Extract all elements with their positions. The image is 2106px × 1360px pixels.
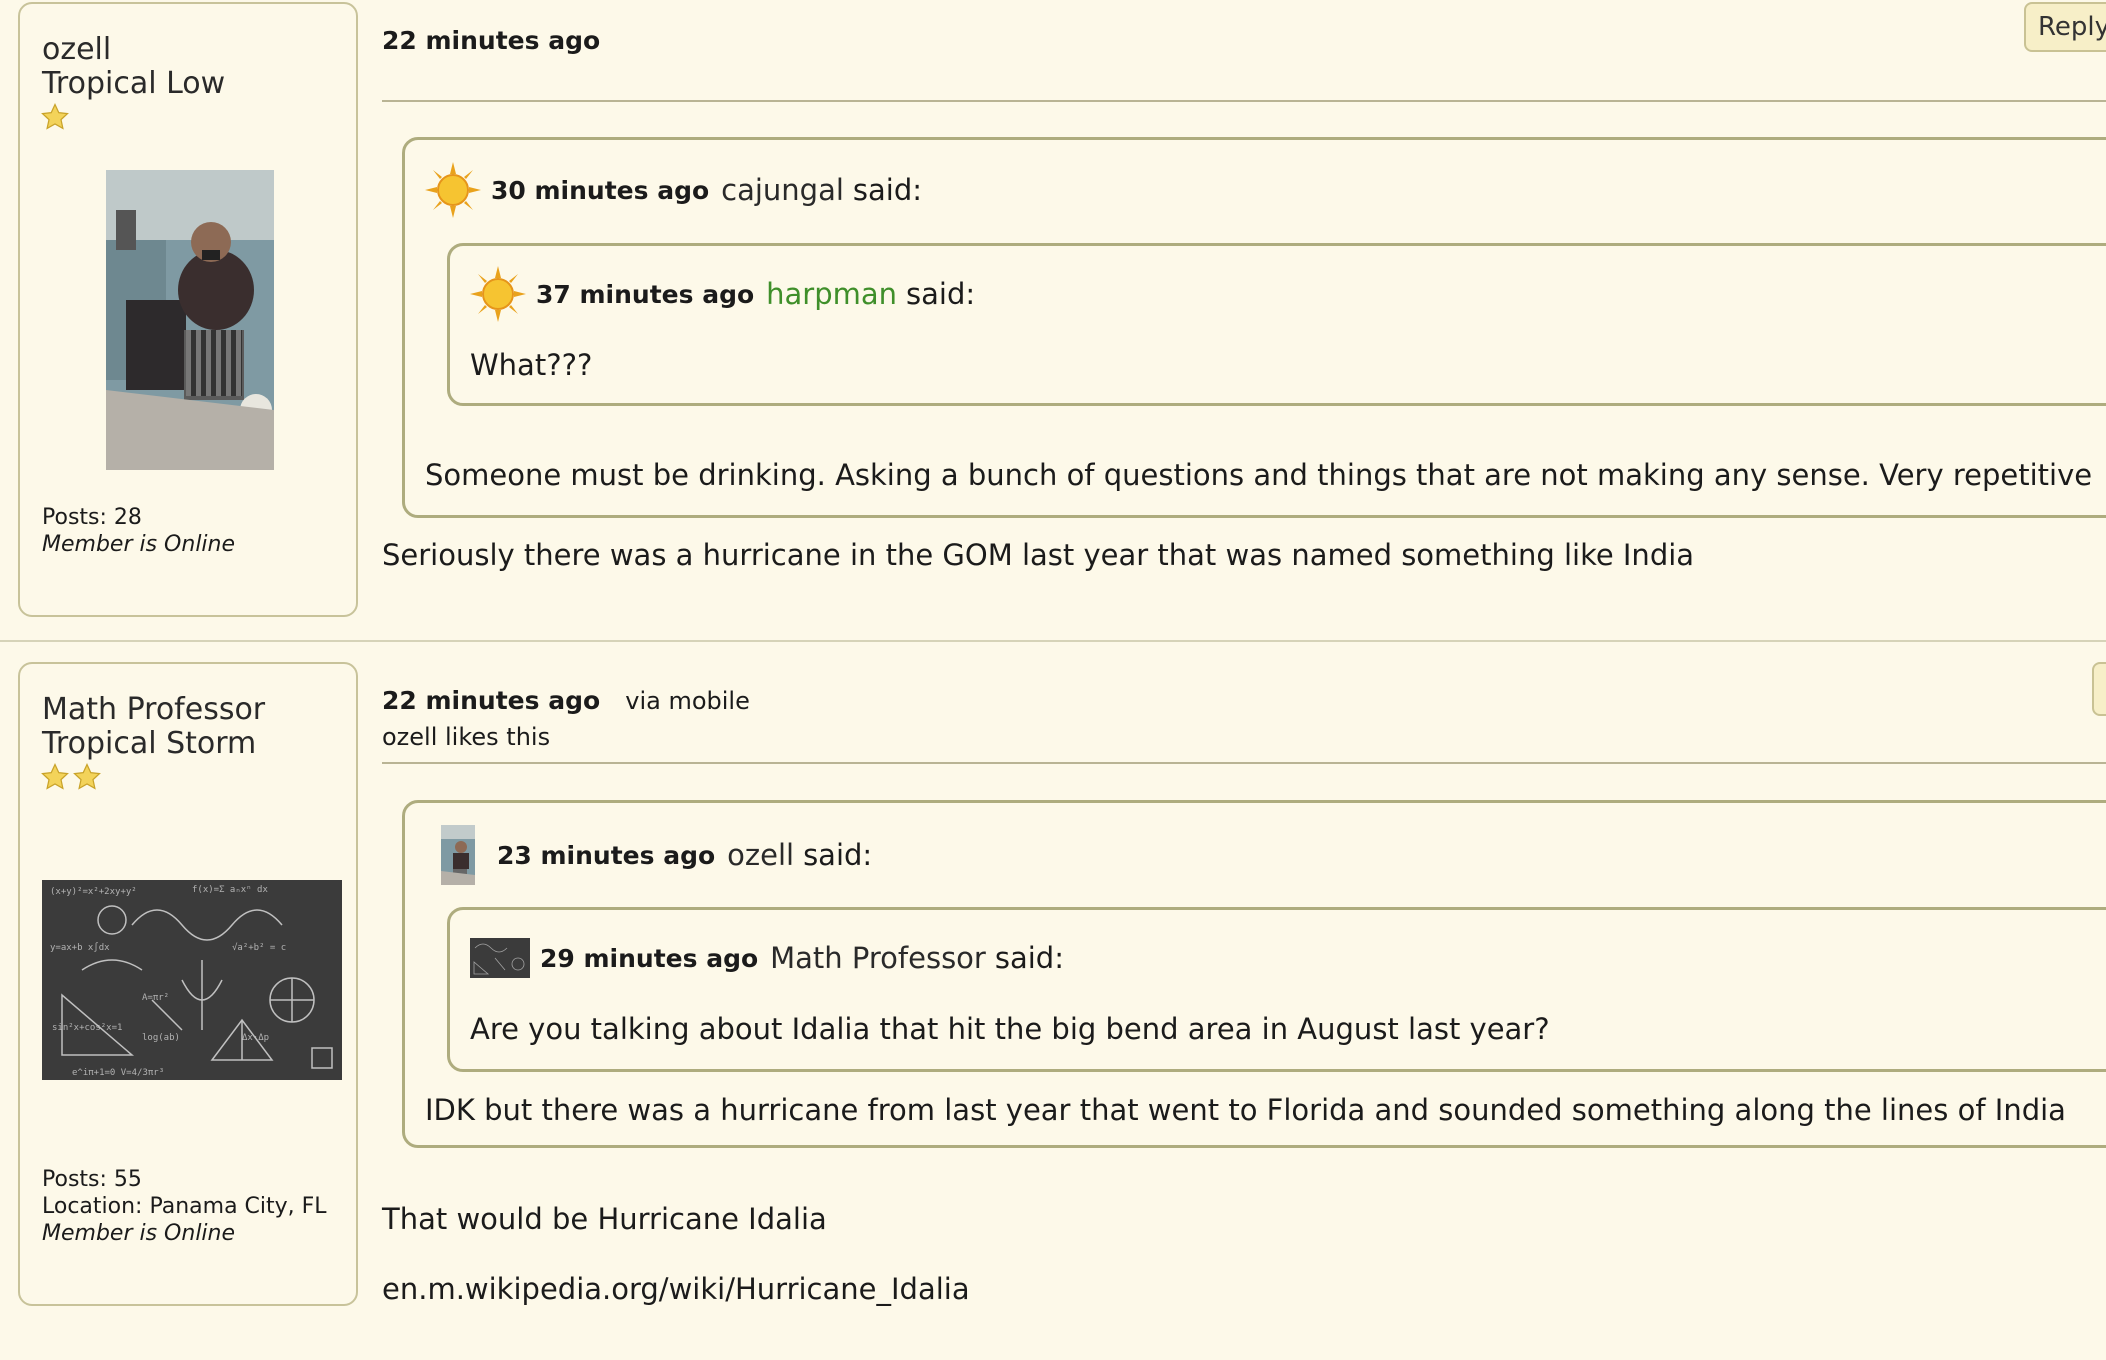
post-meta: 22 minutes ago: [382, 26, 2106, 55]
svg-text:f(x)=Σ aₙxⁿ dx: f(x)=Σ aₙxⁿ dx: [192, 885, 268, 895]
avatar-thumbnail[interactable]: [441, 825, 475, 885]
rank-stars: [40, 762, 102, 792]
reply-button[interactable]: [2092, 662, 2106, 716]
online-status: Member is Online: [42, 1221, 236, 1246]
quote-text: IDK but there was a hurricane from last …: [425, 1093, 2066, 1127]
svg-text:Δx·Δp: Δx·Δp: [242, 1033, 269, 1043]
nested-quote-said-label: said:: [994, 941, 1064, 975]
sun-icon: [425, 162, 481, 218]
nested-quote-timestamp[interactable]: 29 minutes ago: [540, 944, 758, 973]
author-profile-card: Math Professor Tropical Storm (x+y)²=x²+…: [18, 662, 358, 1306]
svg-text:y=ax+b x∫dx: y=ax+b x∫dx: [50, 942, 110, 953]
quote-block: 30 minutes ago cajungal said: 37 minutes…: [402, 137, 2106, 518]
svg-text:log(ab): log(ab): [142, 1033, 180, 1043]
svg-text:√a²+b² = c: √a²+b² = c: [232, 942, 286, 953]
post-meta: 22 minutes ago via mobile ozell likes th…: [382, 686, 2106, 751]
author-rank: Tropical Low: [42, 66, 226, 101]
svg-text:(x+y)²=x²+2xy+y²: (x+y)²=x²+2xy+y²: [50, 887, 137, 897]
post-count: Posts: 28: [42, 505, 142, 530]
nested-quote-header: 29 minutes ago Math Professor said:: [470, 938, 1064, 978]
via-mobile-label: via mobile: [625, 687, 750, 715]
author-stats: Posts: 55 Location: Panama City, FL Memb…: [42, 1166, 327, 1247]
nested-quote-author[interactable]: harpman: [766, 277, 897, 311]
author-profile-card: ozell Tropical Low Posts: 28 Member is O…: [18, 2, 358, 617]
author-avatar[interactable]: [106, 170, 274, 470]
post: ozell Tropical Low Posts: 28 Member is O…: [0, 0, 2106, 642]
quote-said-label: said:: [803, 838, 873, 872]
post-timestamp[interactable]: 22 minutes ago: [382, 686, 600, 715]
svg-text:sin²x+cos²x=1: sin²x+cos²x=1: [52, 1023, 122, 1033]
nested-quote-block: 37 minutes ago harpman said: What???: [447, 243, 2106, 406]
quote-header: 30 minutes ago cajungal said:: [425, 162, 922, 218]
post-text: That would be Hurricane Idalia: [382, 1202, 827, 1236]
quote-said-label: said:: [852, 173, 923, 207]
avatar-thumbnail[interactable]: [470, 938, 530, 978]
quote-author[interactable]: ozell: [727, 838, 794, 872]
star-icon: [41, 103, 69, 130]
post-timestamp[interactable]: 22 minutes ago: [382, 26, 600, 55]
author-location: Location: Panama City, FL: [42, 1194, 327, 1219]
star-icon: [41, 763, 69, 790]
post: Math Professor Tropical Storm (x+y)²=x²+…: [0, 660, 2106, 1360]
star-icon: [73, 763, 101, 790]
sun-icon: [470, 266, 526, 322]
reply-button[interactable]: Reply: [2024, 2, 2106, 52]
quote-timestamp[interactable]: 30 minutes ago: [491, 176, 709, 205]
nested-quote-author[interactable]: Math Professor: [770, 941, 986, 975]
author-rank: Tropical Storm: [42, 726, 257, 761]
nested-quote-said-label: said:: [906, 277, 976, 311]
nested-quote-text: What???: [470, 348, 593, 382]
svg-text:A=πr²: A=πr²: [142, 993, 169, 1003]
author-name[interactable]: ozell: [42, 32, 111, 67]
svg-text:e^iπ+1=0 V=4/3πr³: e^iπ+1=0 V=4/3πr³: [72, 1068, 164, 1078]
rank-stars: [40, 102, 70, 132]
post-link[interactable]: en.m.wikipedia.org/wiki/Hurricane_Idalia: [382, 1272, 970, 1306]
post-count: Posts: 55: [42, 1167, 142, 1192]
author-stats: Posts: 28 Member is Online: [42, 504, 235, 558]
likes-text[interactable]: ozell likes this: [382, 723, 2106, 751]
nested-quote-header: 37 minutes ago harpman said:: [470, 266, 975, 322]
nested-quote-text: Are you talking about Idalia that hit th…: [470, 1012, 1550, 1046]
quote-text: Someone must be drinking. Asking a bunch…: [425, 458, 2093, 492]
nested-quote-timestamp[interactable]: 37 minutes ago: [536, 280, 754, 309]
post-text: Seriously there was a hurricane in the G…: [382, 538, 1695, 572]
post-divider: [382, 762, 2106, 764]
online-status: Member is Online: [42, 532, 236, 557]
post-divider: [382, 100, 2106, 102]
author-name[interactable]: Math Professor: [42, 692, 265, 727]
quote-author[interactable]: cajungal: [721, 173, 844, 207]
author-avatar[interactable]: (x+y)²=x²+2xy+y² f(x)=Σ aₙxⁿ dx y=ax+b x…: [42, 880, 342, 1080]
quote-timestamp[interactable]: 23 minutes ago: [497, 841, 715, 870]
nested-quote-block: 29 minutes ago Math Professor said: Are …: [447, 907, 2106, 1072]
quote-block: 23 minutes ago ozell said: 29 minutes ag…: [402, 800, 2106, 1148]
quote-header: 23 minutes ago ozell said:: [441, 825, 872, 885]
